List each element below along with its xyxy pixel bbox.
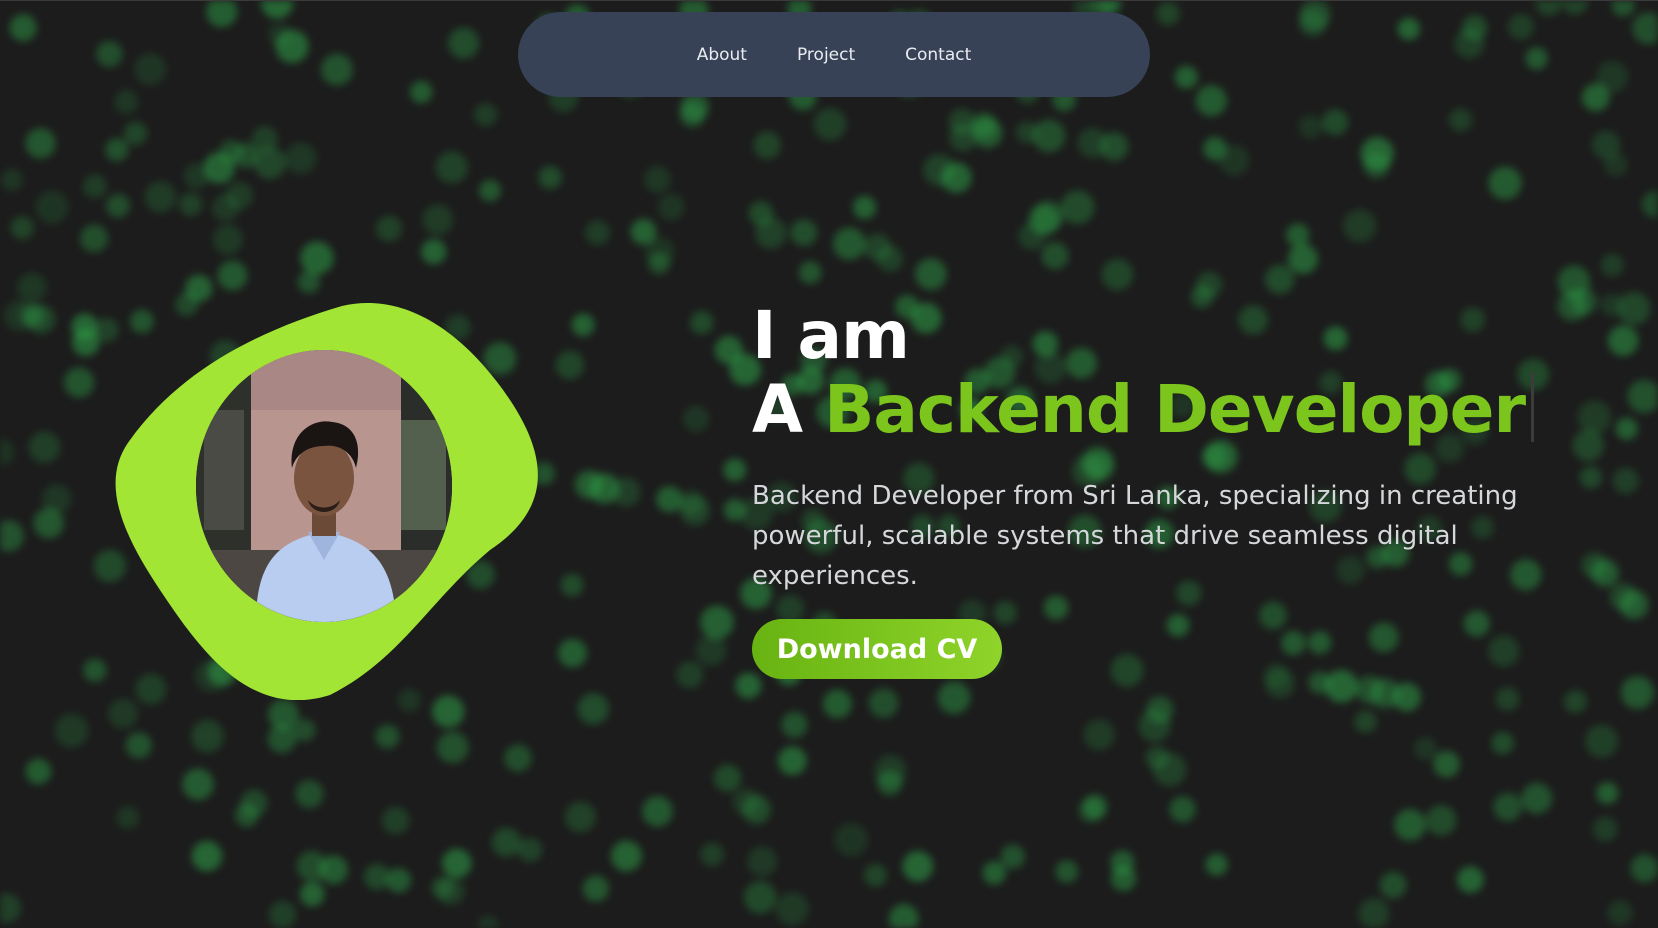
- profile-photo-icon: [196, 350, 452, 622]
- nav-link-project[interactable]: Project: [797, 45, 855, 65]
- hero-title: A Backend Developer: [752, 372, 1552, 448]
- top-border: [0, 0, 1658, 1]
- avatar-container: [110, 300, 542, 700]
- typing-cursor: [1531, 372, 1534, 442]
- navbar: About Project Contact: [518, 12, 1150, 97]
- hero-role: Backend Developer: [824, 371, 1526, 448]
- nav-link-contact[interactable]: Contact: [905, 45, 971, 65]
- download-cv-button[interactable]: Download CV: [752, 619, 1002, 679]
- nav-link-about[interactable]: About: [697, 45, 747, 65]
- avatar: [196, 350, 452, 622]
- hero-greeting: I am: [752, 297, 910, 374]
- hero-description: Backend Developer from Sri Lanka, specia…: [752, 481, 1518, 591]
- page: About Project Contact I am A Backend Dev…: [0, 0, 1658, 928]
- hero-section: I am A Backend Developer Backend Develop…: [752, 300, 1552, 596]
- hero-title-prefix: A: [752, 371, 803, 448]
